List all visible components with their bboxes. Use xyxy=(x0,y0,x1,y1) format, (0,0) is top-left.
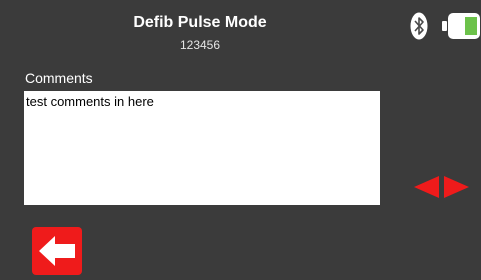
bluetooth-icon xyxy=(410,12,428,40)
back-button[interactable] xyxy=(32,227,82,275)
page-subtitle: 123456 xyxy=(179,38,221,52)
page-title: Defib Pulse Mode xyxy=(133,14,267,31)
back-arrow-icon xyxy=(39,236,75,266)
comments-label: Comments xyxy=(25,70,93,86)
comments-field[interactable]: test comments in here xyxy=(24,91,380,205)
left-right-arrows-icon[interactable] xyxy=(414,176,470,198)
battery-icon xyxy=(442,12,481,40)
